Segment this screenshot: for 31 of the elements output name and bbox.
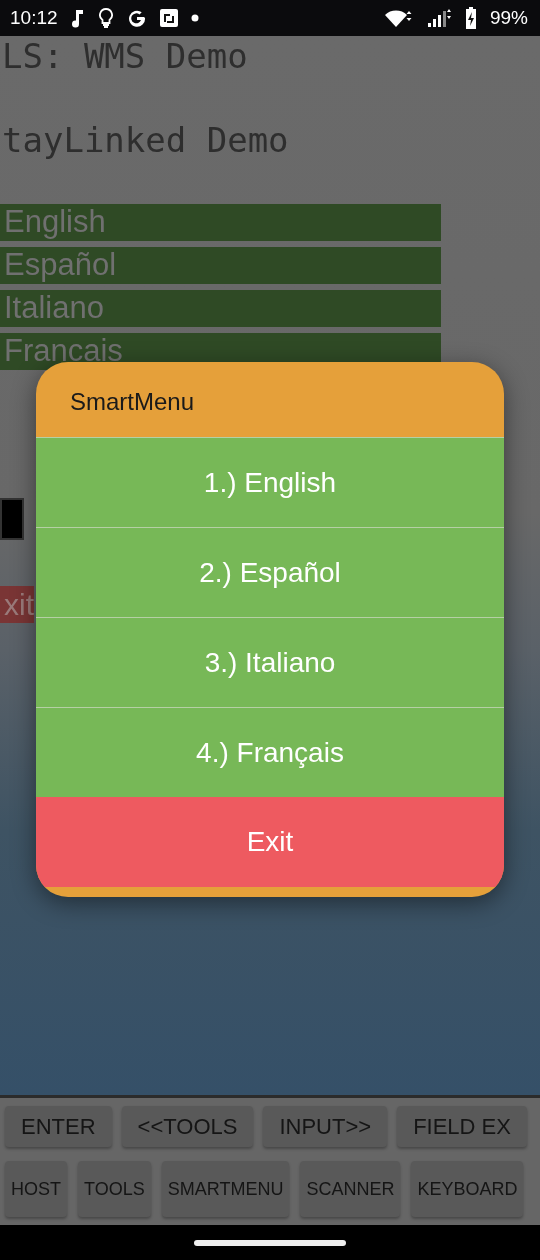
terminal-line: LS: WMS Demo [2, 36, 249, 76]
toolbar-button[interactable]: FIELD EX [397, 1106, 527, 1147]
clock: 10:12 [10, 7, 58, 29]
toolbar-button[interactable]: INPUT>> [263, 1106, 388, 1147]
lightbulb-icon [97, 7, 114, 29]
battery-charging-icon [464, 7, 477, 29]
language-bar[interactable]: Italiano [0, 290, 441, 327]
g-logo-icon [126, 8, 147, 28]
toolbar-button[interactable]: KEYBOARD [411, 1161, 524, 1217]
dialog-title: SmartMenu [69, 387, 196, 417]
toolbar-button[interactable]: SMARTMENU [161, 1161, 290, 1217]
menu-option[interactable]: 4.) Français [36, 707, 504, 797]
music-note-icon [70, 8, 85, 28]
home-indicator[interactable] [194, 1239, 346, 1246]
screenshot-icon [159, 9, 178, 27]
toolbar-button[interactable]: SCANNER [300, 1161, 401, 1217]
battery-level: 99% [489, 7, 528, 29]
toolbar-button[interactable]: ENTER [5, 1106, 112, 1147]
cursor-block [0, 498, 24, 540]
menu-option[interactable]: 2.) Español [36, 527, 504, 617]
language-bar[interactable]: Español [0, 247, 441, 284]
menu-option[interactable]: 3.) Italiano [36, 617, 504, 707]
toolbar-button[interactable]: TOOLS [78, 1161, 151, 1217]
notification-dot-icon [190, 14, 199, 22]
exit-bar[interactable]: xit [0, 586, 34, 623]
language-bar[interactable]: English [0, 204, 441, 241]
menu-option[interactable]: 1.) English [36, 437, 504, 527]
signal-icon [425, 7, 452, 29]
terminal-line: tayLinked Demo [2, 120, 290, 160]
toolbar-button[interactable]: HOST [5, 1161, 67, 1217]
toolbar-button[interactable]: <<TOOLS [121, 1106, 254, 1147]
